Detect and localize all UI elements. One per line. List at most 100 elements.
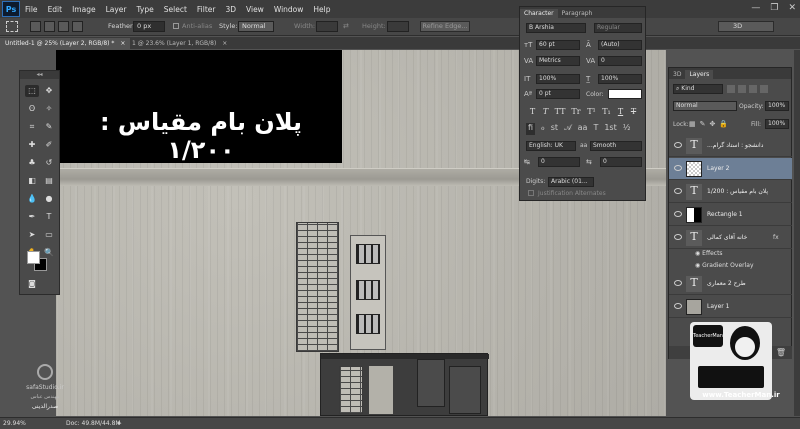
antialias-select[interactable]: Smooth <box>590 141 642 151</box>
text-color-swatch[interactable] <box>608 89 642 99</box>
dodge-tool-icon[interactable]: ● <box>42 193 56 205</box>
layer-effects[interactable]: ◉ Effects <box>695 250 723 257</box>
eye-icon[interactable] <box>674 303 682 309</box>
tab-paragraph[interactable]: Paragraph <box>558 9 597 18</box>
move-tool-icon[interactable]: ✥ <box>42 85 56 97</box>
faux-italic-button[interactable]: T <box>541 107 550 117</box>
selection-mode-icons[interactable] <box>30 21 88 32</box>
menu-help[interactable]: Help <box>308 5 335 14</box>
menu-edit[interactable]: Edit <box>43 5 68 14</box>
font-size-input[interactable]: 60 pt <box>536 40 580 50</box>
quick-mask-icon[interactable]: ◙ <box>25 278 39 290</box>
close-icon[interactable]: × <box>222 40 227 47</box>
menu-view[interactable]: View <box>241 5 269 14</box>
zoom-level[interactable]: 29.94% <box>3 420 26 427</box>
eye-icon[interactable] <box>674 188 682 194</box>
eraser-icon[interactable]: ◧ <box>25 175 39 187</box>
eye-icon[interactable] <box>674 234 682 240</box>
feather-input[interactable]: 0 px <box>133 21 165 32</box>
pen-tool-icon[interactable]: ✒ <box>25 211 39 223</box>
layer-row[interactable]: T خانه آقای کمالی fx <box>669 227 792 249</box>
lock-icons[interactable]: ▦ ✎ ✥ 🔒 <box>689 120 728 128</box>
menu-file[interactable]: File <box>20 5 43 14</box>
justification-checkbox[interactable] <box>528 190 534 196</box>
minimize-button[interactable]: — <box>751 3 760 13</box>
tab-character[interactable]: Character <box>520 9 558 18</box>
layer-row[interactable]: T طرح 2 معماری <box>669 273 792 295</box>
vertical-scale-input[interactable]: 100% <box>536 74 580 84</box>
gradient-overlay-effect[interactable]: ◉ Gradient Overlay <box>695 262 754 269</box>
magic-wand-icon[interactable]: ✧ <box>42 103 56 115</box>
layer-row[interactable]: Rectangle 1 <box>669 204 792 226</box>
tracking-input[interactable]: 0 <box>598 56 642 66</box>
marquee-tool-preset-icon[interactable] <box>6 21 18 32</box>
path-selection-icon[interactable]: ➤ <box>25 229 39 241</box>
foreground-color-swatch[interactable] <box>27 251 40 264</box>
eye-icon[interactable] <box>674 211 682 217</box>
gradient-tool-icon[interactable]: ▤ <box>42 175 56 187</box>
char-option-b-select[interactable]: 0 <box>600 157 642 167</box>
status-arrow-icon[interactable]: ▸ <box>118 419 122 427</box>
doc-tab-untitled-1[interactable]: Untitled-1 @ 25% (Layer 2, RGB/8) * × <box>0 38 131 49</box>
layer-filter-icons[interactable] <box>727 85 787 94</box>
refine-edge-button[interactable]: Refine Edge... <box>420 21 470 32</box>
marquee-tool-icon[interactable]: ⬚ <box>25 85 39 97</box>
swap-icon[interactable]: ⇄ <box>343 22 349 30</box>
crop-tool-icon[interactable]: ⌗ <box>25 121 39 133</box>
eye-icon[interactable] <box>674 165 682 171</box>
layer-row[interactable]: Layer 2 <box>669 158 792 180</box>
eye-icon[interactable] <box>674 142 682 148</box>
layer-row[interactable]: Layer 1 <box>669 296 792 318</box>
faux-bold-button[interactable]: T <box>528 107 537 117</box>
history-brush-icon[interactable]: ↺ <box>42 157 56 169</box>
workspace-select[interactable]: 3D <box>718 21 774 32</box>
underline-button[interactable]: T <box>616 107 625 117</box>
digits-select[interactable]: Arabic (01... <box>548 177 594 187</box>
maximize-button[interactable]: ❐ <box>770 3 778 13</box>
font-style-select[interactable]: Regular <box>594 23 642 33</box>
tab-3d[interactable]: 3D <box>669 70 685 79</box>
small-caps-button[interactable]: Tr <box>570 107 582 117</box>
type-tool-icon[interactable]: T <box>42 211 56 223</box>
trash-icon[interactable]: 🗑 <box>776 348 786 357</box>
doc-size[interactable]: Doc: 49.8M/44.8M <box>66 420 121 427</box>
kerning-input[interactable]: Metrics <box>536 56 580 66</box>
antialias-checkbox[interactable] <box>173 23 179 29</box>
doc-tab-1[interactable]: 1 @ 23.6% (Layer 1, RGB/8) × <box>127 38 232 49</box>
menu-select[interactable]: Select <box>159 5 192 14</box>
height-input[interactable] <box>387 21 409 32</box>
language-select[interactable]: English: UK <box>526 141 576 151</box>
close-icon[interactable]: × <box>120 40 125 47</box>
width-input[interactable] <box>316 21 338 32</box>
healing-brush-icon[interactable]: ✚ <box>25 139 39 151</box>
blur-tool-icon[interactable]: 💧 <box>25 193 39 205</box>
horizontal-scale-input[interactable]: 100% <box>598 74 642 84</box>
toolbar-collapse[interactable]: ◂◂ <box>20 71 59 79</box>
menu-image[interactable]: Image <box>67 5 101 14</box>
font-family-select[interactable]: B Arshia <box>526 23 586 33</box>
baseline-shift-input[interactable]: 0 pt <box>536 89 580 99</box>
layer-filter-select[interactable]: ⌕ Kind <box>673 84 723 94</box>
opentype-buttons[interactable]: fi ℴ st 𝒜aa T 1st ½ <box>526 123 642 135</box>
menu-filter[interactable]: Filter <box>192 5 221 14</box>
subscript-button[interactable]: T₁ <box>601 107 612 117</box>
shape-tool-icon[interactable]: ▭ <box>42 229 56 241</box>
clone-stamp-icon[interactable]: ♣ <box>25 157 39 169</box>
all-caps-button[interactable]: TT <box>554 107 566 117</box>
char-option-a-select[interactable]: 0 <box>538 157 580 167</box>
lasso-tool-icon[interactable]: ʘ <box>25 103 39 115</box>
layer-row[interactable]: T ...دانشجو : استاد گرام <box>669 135 792 157</box>
menu-3d[interactable]: 3D <box>220 5 241 14</box>
strikethrough-button[interactable]: T <box>629 107 638 117</box>
close-button[interactable]: ✕ <box>788 3 796 13</box>
menu-type[interactable]: Type <box>132 5 159 14</box>
menu-layer[interactable]: Layer <box>101 5 132 14</box>
blend-mode-select[interactable]: Normal <box>673 101 737 111</box>
eyedropper-icon[interactable]: ✎ <box>42 121 56 133</box>
tab-layers[interactable]: Layers <box>685 70 714 79</box>
layer-row[interactable]: T پلان بام مقیاس : 1/200 <box>669 181 792 203</box>
superscript-button[interactable]: T¹ <box>586 107 597 117</box>
menu-window[interactable]: Window <box>269 5 309 14</box>
opacity-input[interactable]: 100% <box>765 101 789 111</box>
eye-icon[interactable] <box>674 280 682 286</box>
